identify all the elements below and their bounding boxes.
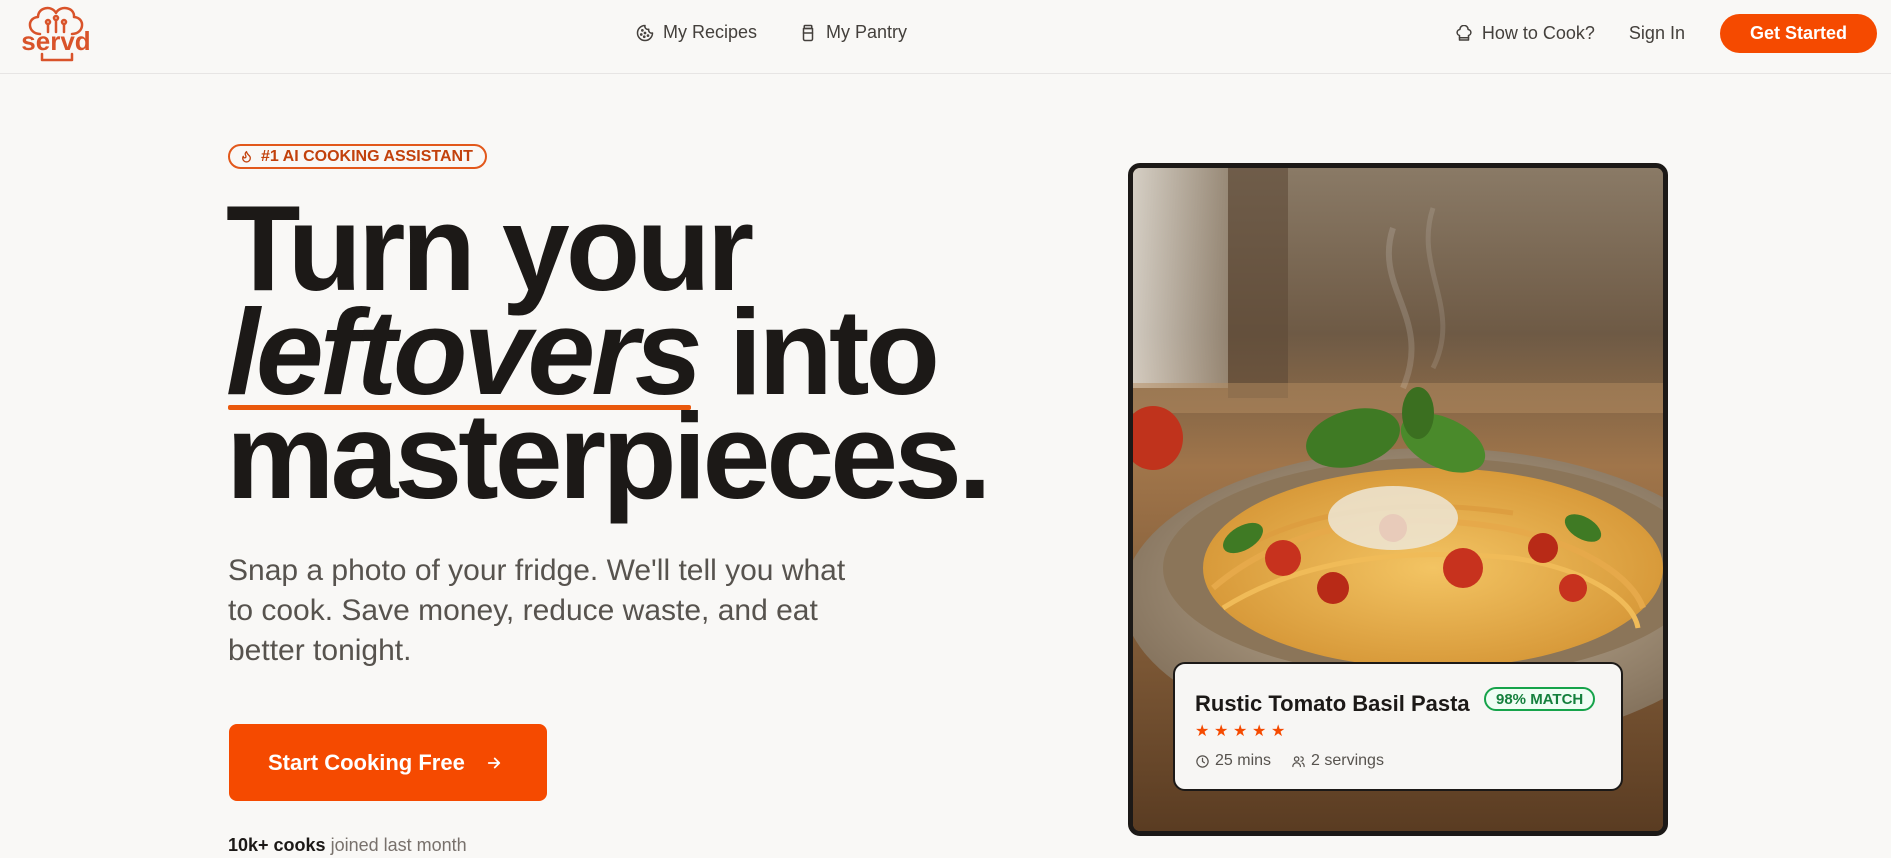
primary-nav: My Recipes My Pantry: [636, 22, 907, 43]
nav-my-recipes[interactable]: My Recipes: [636, 22, 757, 43]
arrow-right-icon: [487, 757, 500, 768]
cookie-icon: [636, 24, 654, 41]
nav-how-to-cook-label: How to Cook?: [1481, 23, 1595, 43]
nav-my-pantry[interactable]: My Pantry: [799, 22, 907, 43]
recipe-rating: ★ ★ ★ ★ ★: [1195, 724, 1287, 740]
star-icon: ★: [1214, 723, 1229, 740]
recipe-servings-label: 2 servings: [1311, 752, 1384, 769]
nav-how-to-cook[interactable]: How to Cook?: [1455, 23, 1595, 44]
top-navbar: servd My Recipes My Pantry How to Cook? …: [0, 0, 1891, 74]
star-icon: ★: [1195, 723, 1210, 740]
social-proof-text: joined last month: [325, 835, 467, 855]
users-icon: [1292, 755, 1305, 767]
sign-in-link[interactable]: Sign In: [1629, 23, 1685, 44]
hero-subtext: Snap a photo of your fridge. We'll tell …: [228, 554, 846, 667]
star-icon: ★: [1252, 723, 1267, 740]
recipe-time-label: 25 mins: [1215, 752, 1272, 769]
servd-logo[interactable]: servd: [18, 4, 98, 66]
recipe-title: Rustic Tomato Basil Pasta: [1195, 691, 1470, 716]
headline-emphasis: leftovers: [226, 284, 703, 420]
recipe-preview-card[interactable]: Rustic Tomato Basil Pasta 98% MATCH ★ ★ ★ ★…: [1173, 662, 1623, 791]
star-icon: ★: [1233, 723, 1248, 740]
recipe-time: 25 mins: [1195, 752, 1271, 770]
match-badge: 98% MATCH: [1484, 687, 1596, 711]
hero-badge-label: #1 AI COOKING ASSISTANT: [261, 147, 473, 165]
recipe-meta: 25 mins 2 servings: [1195, 752, 1384, 770]
star-icon: ★: [1271, 723, 1286, 740]
logo-wordmark: servd: [21, 26, 90, 56]
social-proof: 10k+ cooks joined last month: [228, 835, 467, 856]
hero-headline: Turn your leftovers into masterpieces.: [226, 187, 992, 517]
start-cooking-label: Start Cooking Free: [268, 749, 465, 775]
chef-hat-icon: [1456, 24, 1472, 41]
get-started-button[interactable]: Get Started: [1719, 14, 1877, 53]
nav-my-pantry-label: My Pantry: [826, 22, 908, 42]
clock-icon: [1196, 754, 1209, 768]
nav-my-recipes-label: My Recipes: [663, 22, 758, 42]
flame-icon: [242, 150, 251, 163]
social-proof-count: 10k+ cooks: [228, 835, 326, 855]
hero-badge: #1 AI COOKING ASSISTANT: [228, 144, 487, 169]
start-cooking-button[interactable]: Start Cooking Free: [229, 724, 547, 801]
nav-actions: How to Cook? Sign In Get Started: [1455, 14, 1877, 53]
recipe-servings: 2 servings: [1291, 752, 1384, 770]
jar-icon: [802, 24, 814, 41]
